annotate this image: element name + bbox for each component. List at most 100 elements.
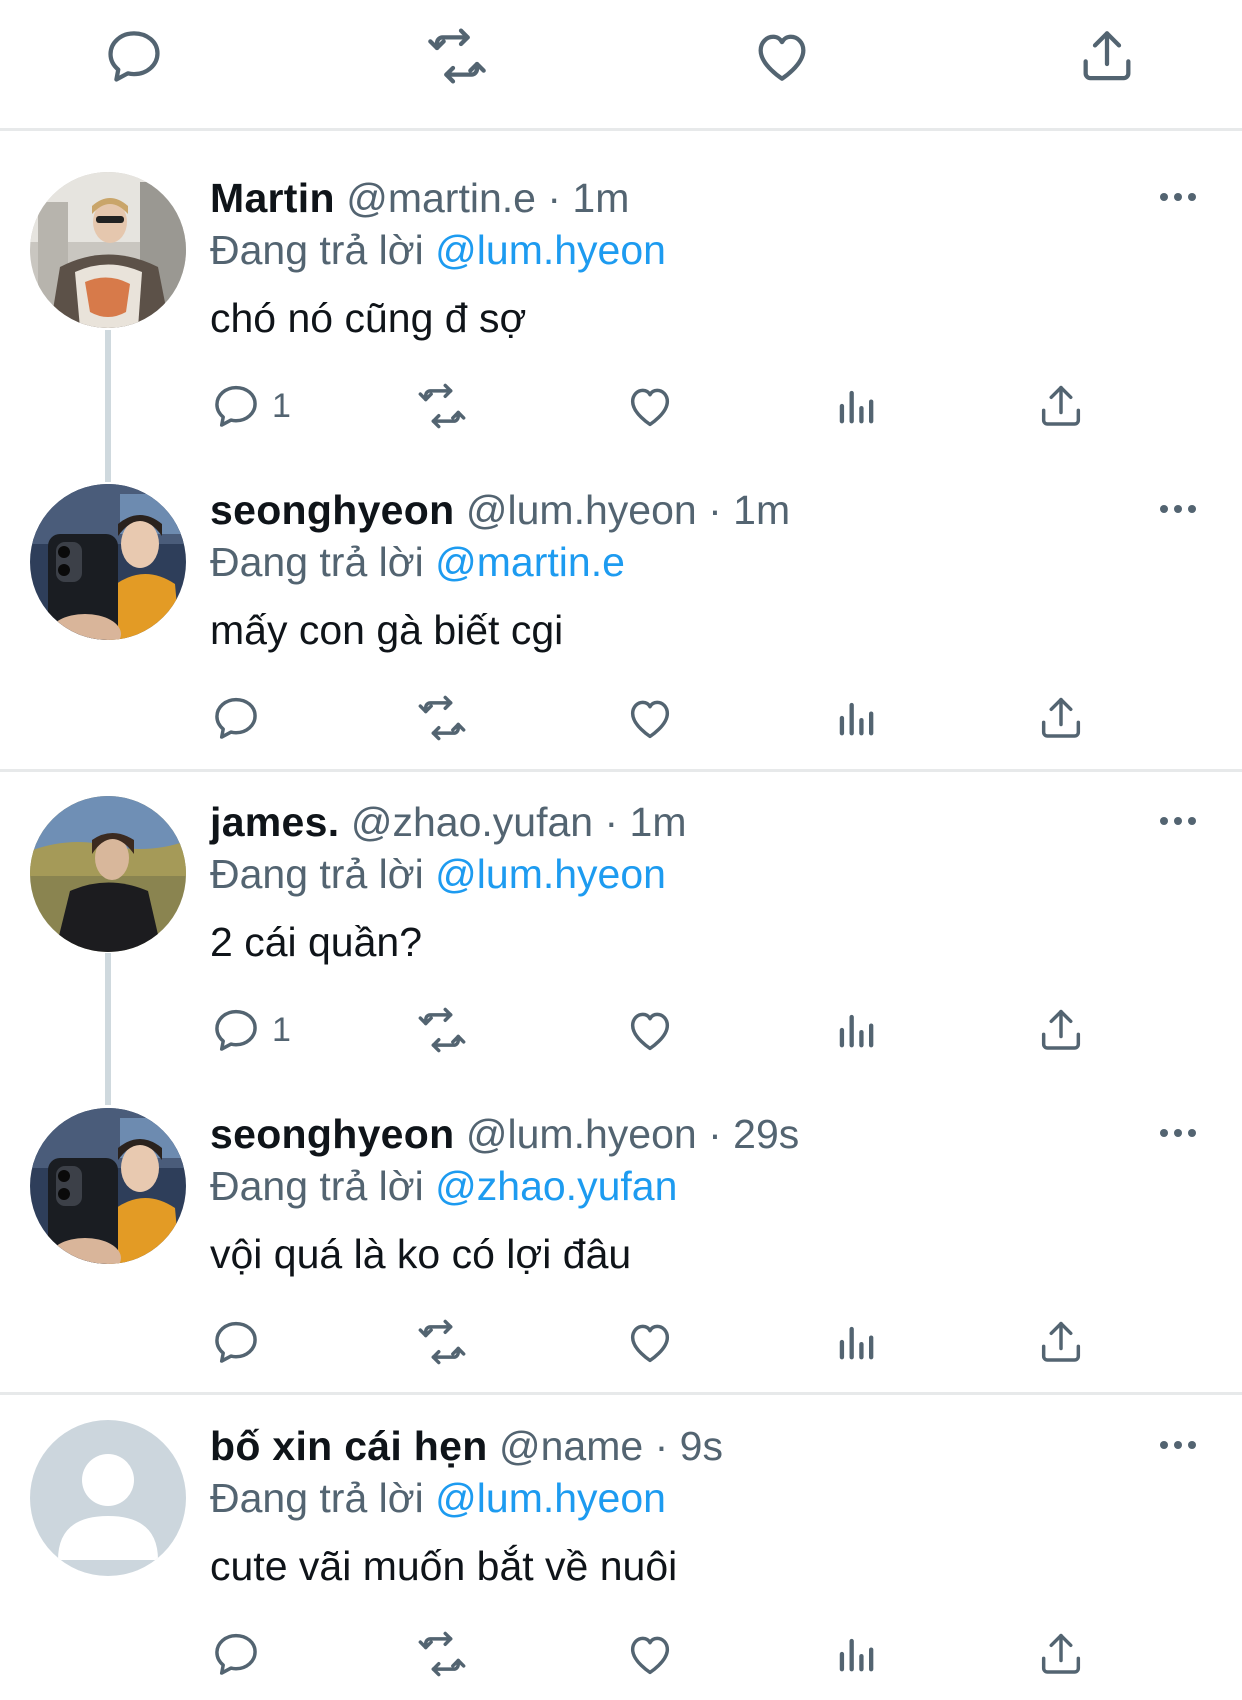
- separator: ·: [654, 1423, 669, 1469]
- share-button[interactable]: [1035, 1312, 1087, 1372]
- views-button[interactable]: [830, 1312, 882, 1372]
- like-button[interactable]: [624, 376, 676, 436]
- like-icon: [624, 380, 676, 432]
- like-icon: [624, 1628, 676, 1680]
- mention-link[interactable]: @lum.hyeon: [435, 227, 666, 273]
- timestamp[interactable]: 29s: [733, 1111, 799, 1157]
- user-handle[interactable]: @name: [499, 1423, 643, 1469]
- user-handle[interactable]: @zhao.yufan: [351, 799, 593, 845]
- reply-icon: [210, 1316, 262, 1368]
- mention-link[interactable]: @zhao.yufan: [435, 1163, 677, 1209]
- tweet-text: mấy con gà biết cgi: [210, 607, 564, 653]
- more-options-icon[interactable]: [1155, 1118, 1201, 1148]
- replying-prefix: Đang trả lời: [210, 1163, 424, 1209]
- timestamp[interactable]: 1m: [733, 487, 790, 533]
- views-icon: [830, 380, 882, 432]
- share-button[interactable]: [1035, 1624, 1087, 1684]
- reply-count: 1: [272, 1010, 291, 1049]
- share-button[interactable]: [1035, 376, 1087, 436]
- reply-tweet[interactable]: Martin @martin.e · 1m Đang trả lời @lum.…: [0, 168, 1242, 468]
- user-handle[interactable]: @martin.e: [346, 175, 536, 221]
- more-options-icon[interactable]: [1155, 494, 1201, 524]
- tweet-text: cute vãi muốn bắt về nuôi: [210, 1543, 678, 1589]
- reply-icon: [210, 1004, 262, 1056]
- reply-icon: [210, 1628, 262, 1680]
- like-button[interactable]: [624, 688, 676, 748]
- share-icon: [1035, 1004, 1087, 1056]
- reply-button[interactable]: 1: [210, 376, 291, 436]
- views-button[interactable]: [830, 1000, 882, 1060]
- divider: [0, 769, 1242, 772]
- retweet-button[interactable]: [416, 1624, 468, 1684]
- replying-to: Đang trả lời @martin.e: [210, 532, 625, 592]
- reply-tweet[interactable]: james. @zhao.yufan · 1m Đang trả lời @lu…: [0, 792, 1242, 1082]
- user-handle[interactable]: @lum.hyeon: [466, 487, 697, 533]
- replying-prefix: Đang trả lời: [210, 227, 424, 273]
- more-options-icon[interactable]: [1155, 182, 1201, 212]
- tweet-header: Martin @martin.e · 1m: [210, 168, 629, 228]
- reply-tweet[interactable]: seonghyeon @lum.hyeon · 1m Đang trả lời …: [0, 480, 1242, 770]
- avatar[interactable]: [30, 1108, 186, 1264]
- display-name[interactable]: seonghyeon: [210, 487, 454, 533]
- retweet-icon: [416, 1316, 468, 1368]
- replying-to: Đang trả lời @lum.hyeon: [210, 1468, 666, 1528]
- reply-button[interactable]: [210, 688, 272, 748]
- share-button[interactable]: [1035, 688, 1087, 748]
- retweet-icon: [416, 692, 468, 744]
- reply-button[interactable]: [210, 1312, 272, 1372]
- reply-icon[interactable]: [102, 24, 166, 88]
- retweet-button[interactable]: [416, 688, 468, 748]
- avatar[interactable]: [30, 172, 186, 328]
- timestamp[interactable]: 9s: [680, 1423, 723, 1469]
- more-options-icon[interactable]: [1155, 806, 1201, 836]
- like-icon: [624, 1316, 676, 1368]
- tweet-header: bố xin cái hẹn @name · 9s: [210, 1416, 723, 1476]
- timestamp[interactable]: 1m: [572, 175, 629, 221]
- reply-tweet[interactable]: bố xin cái hẹn @name · 9s Đang trả lời @…: [0, 1416, 1242, 1700]
- retweet-button[interactable]: [416, 376, 468, 436]
- views-button[interactable]: [830, 376, 882, 436]
- default-avatar[interactable]: [30, 1420, 186, 1576]
- like-button[interactable]: [624, 1624, 676, 1684]
- mention-link[interactable]: @lum.hyeon: [435, 851, 666, 897]
- reply-tweet[interactable]: seonghyeon @lum.hyeon · 29s Đang trả lời…: [0, 1104, 1242, 1394]
- display-name[interactable]: Martin: [210, 175, 335, 221]
- share-icon: [1035, 380, 1087, 432]
- tweet-header: seonghyeon @lum.hyeon · 29s: [210, 1104, 799, 1164]
- share-icon: [1035, 692, 1087, 744]
- reply-button[interactable]: [210, 1624, 272, 1684]
- reply-button[interactable]: 1: [210, 1000, 291, 1060]
- avatar[interactable]: [30, 796, 186, 952]
- views-button[interactable]: [830, 1624, 882, 1684]
- views-button[interactable]: [830, 688, 882, 748]
- reply-count: 1: [272, 386, 291, 425]
- retweet-button[interactable]: [416, 1000, 468, 1060]
- share-button[interactable]: [1035, 1000, 1087, 1060]
- display-name[interactable]: bố xin cái hẹn: [210, 1423, 488, 1469]
- replying-to: Đang trả lời @lum.hyeon: [210, 220, 666, 280]
- retweet-icon[interactable]: [425, 24, 489, 88]
- avatar[interactable]: [30, 484, 186, 640]
- views-icon: [830, 1004, 882, 1056]
- like-button[interactable]: [624, 1312, 676, 1372]
- mention-link[interactable]: @lum.hyeon: [435, 1475, 666, 1521]
- more-options-icon[interactable]: [1155, 1430, 1201, 1460]
- user-handle[interactable]: @lum.hyeon: [466, 1111, 697, 1157]
- separator: ·: [547, 175, 562, 221]
- retweet-button[interactable]: [416, 1312, 468, 1372]
- like-icon[interactable]: [750, 24, 814, 88]
- tweet-text: vội quá là ko có lợi đâu: [210, 1231, 632, 1277]
- retweet-icon: [416, 1004, 468, 1056]
- tweet-header: james. @zhao.yufan · 1m: [210, 792, 687, 852]
- like-icon: [624, 692, 676, 744]
- replying-prefix: Đang trả lời: [210, 851, 424, 897]
- display-name[interactable]: james.: [210, 799, 339, 845]
- share-icon[interactable]: [1075, 24, 1139, 88]
- timestamp[interactable]: 1m: [630, 799, 687, 845]
- tweet-action-bar: [0, 0, 1242, 130]
- share-icon: [1035, 1316, 1087, 1368]
- like-button[interactable]: [624, 1000, 676, 1060]
- reply-icon: [210, 380, 262, 432]
- display-name[interactable]: seonghyeon: [210, 1111, 454, 1157]
- mention-link[interactable]: @martin.e: [435, 539, 625, 585]
